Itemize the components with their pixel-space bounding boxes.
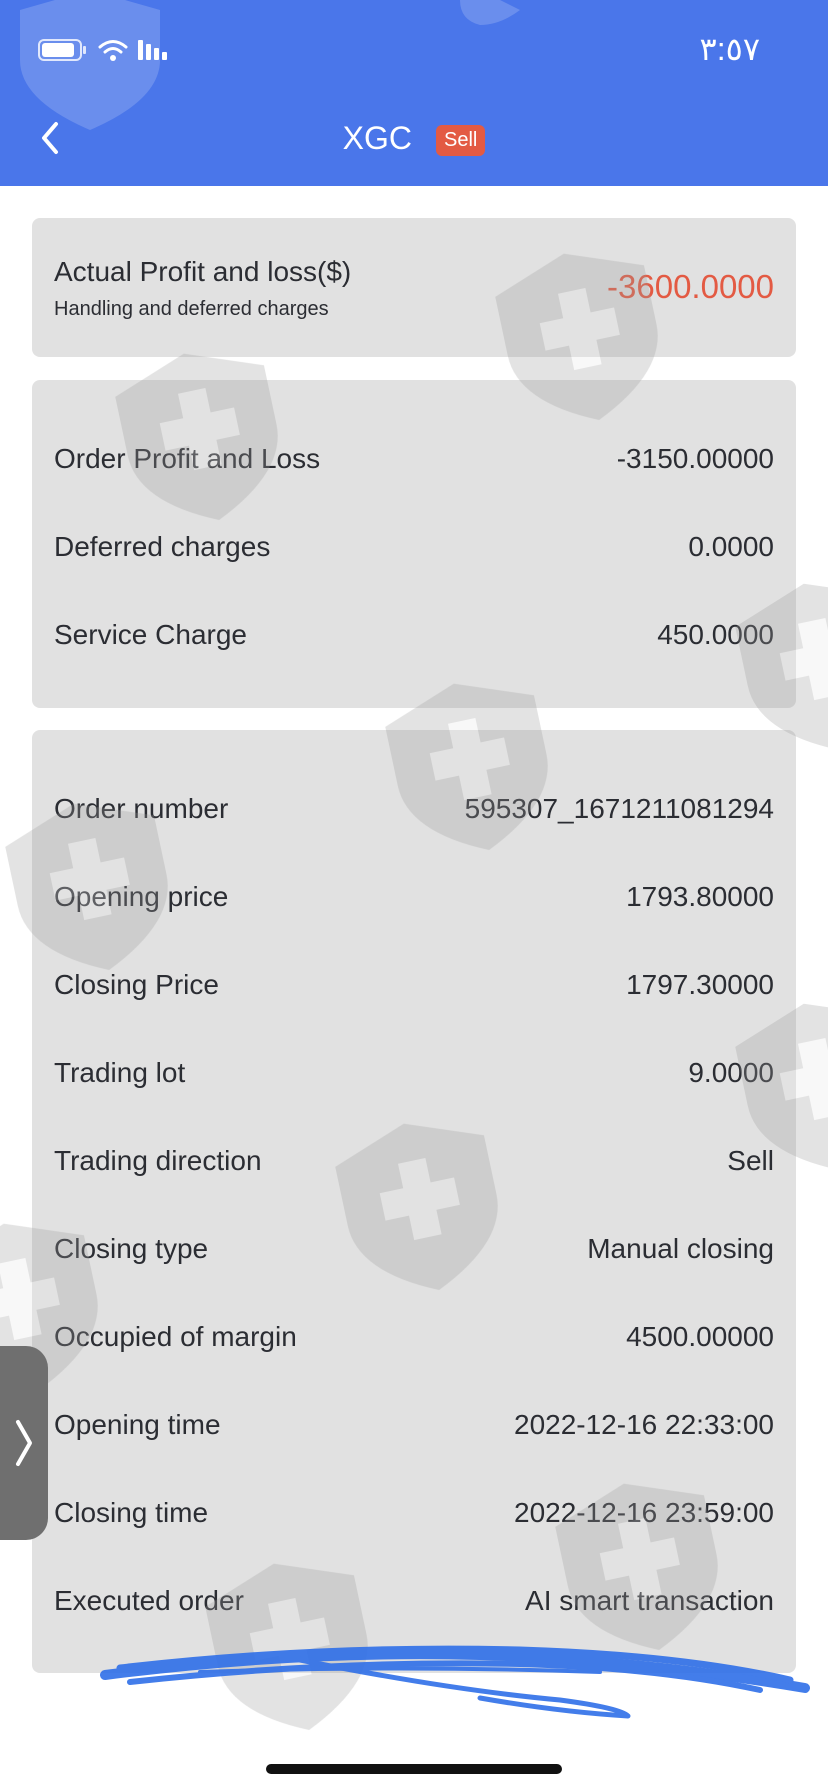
row-value: 2022-12-16 23:59:00 — [514, 1497, 774, 1528]
row-value: Sell — [727, 1145, 774, 1176]
row-value: 4500.00000 — [626, 1321, 774, 1352]
row-label: Opening time — [54, 1409, 221, 1440]
row-label: Occupied of margin — [54, 1321, 297, 1352]
row-label: Order number — [54, 793, 229, 824]
fees-row: Deferred charges 0.0000 — [54, 525, 774, 569]
order-row: Closing type Manual closing — [54, 1227, 774, 1271]
row-label: Closing Price — [54, 969, 219, 1000]
order-row: Closing Price 1797.30000 — [54, 963, 774, 1007]
row-label: Deferred charges — [54, 531, 271, 562]
nav-title-group: XGC Sell — [0, 120, 828, 157]
wifi-icon — [98, 40, 128, 61]
order-row: Opening time 2022-12-16 22:33:00 — [54, 1403, 774, 1447]
direction-badge: Sell — [435, 125, 486, 156]
status-bar: ٣:٥٧ — [0, 0, 828, 100]
row-label: Service Charge — [54, 619, 247, 650]
row-value: 9.0000 — [688, 1057, 774, 1088]
row-label: Opening price — [54, 881, 229, 912]
order-row: Opening price 1793.80000 — [54, 875, 774, 919]
chevron-right-icon — [16, 1420, 32, 1466]
fees-row: Order Profit and Loss -3150.00000 — [54, 437, 774, 481]
fees-card: Order Profit and Loss -3150.00000 Deferr… — [32, 380, 796, 708]
summary-title: Actual Profit and loss($) — [54, 256, 352, 287]
profit-summary-card: Actual Profit and loss($) Handling and d… — [32, 218, 796, 357]
home-indicator — [266, 1764, 562, 1774]
order-row: Closing time 2022-12-16 23:59:00 — [54, 1491, 774, 1535]
nav-bar: XGC Sell — [0, 100, 828, 186]
fees-row: Service Charge 450.0000 — [54, 613, 774, 657]
row-value: Manual closing — [587, 1233, 774, 1264]
row-label: Trading direction — [54, 1145, 262, 1176]
side-drawer-handle[interactable] — [0, 1346, 48, 1540]
row-value: 1793.80000 — [626, 881, 774, 912]
row-value: 0.0000 — [688, 531, 774, 562]
app-header: ٣:٥٧ XGC Sell — [0, 0, 828, 186]
order-details-card: Order number 595307_1671211081294 Openin… — [32, 730, 796, 1673]
order-row: Occupied of margin 4500.00000 — [54, 1315, 774, 1359]
battery-icon — [38, 39, 86, 61]
order-row: Trading direction Sell — [54, 1139, 774, 1183]
summary-subtitle: Handling and deferred charges — [54, 298, 329, 320]
row-value: 1797.30000 — [626, 969, 774, 1000]
order-row: Order number 595307_1671211081294 — [54, 787, 774, 831]
row-label: Trading lot — [54, 1057, 186, 1088]
row-label: Closing time — [54, 1497, 209, 1528]
row-value: 450.0000 — [657, 619, 774, 650]
row-label: Order Profit and Loss — [54, 443, 321, 474]
row-label: Closing type — [54, 1233, 209, 1264]
row-label: Executed order — [54, 1585, 244, 1616]
actual-profit-value: -3600.0000 — [607, 268, 774, 305]
order-row: Executed order AI smart transaction — [54, 1579, 774, 1623]
page-title: XGC — [342, 120, 412, 156]
row-value: 2022-12-16 22:33:00 — [514, 1409, 774, 1440]
row-value: AI smart transaction — [525, 1585, 774, 1616]
status-icons — [38, 36, 178, 64]
order-row: Trading lot 9.0000 — [54, 1051, 774, 1095]
row-value: 595307_1671211081294 — [464, 793, 774, 824]
row-value: -3150.00000 — [616, 443, 774, 474]
status-time: ٣:٥٧ — [699, 31, 760, 67]
signal-icon — [138, 40, 167, 60]
